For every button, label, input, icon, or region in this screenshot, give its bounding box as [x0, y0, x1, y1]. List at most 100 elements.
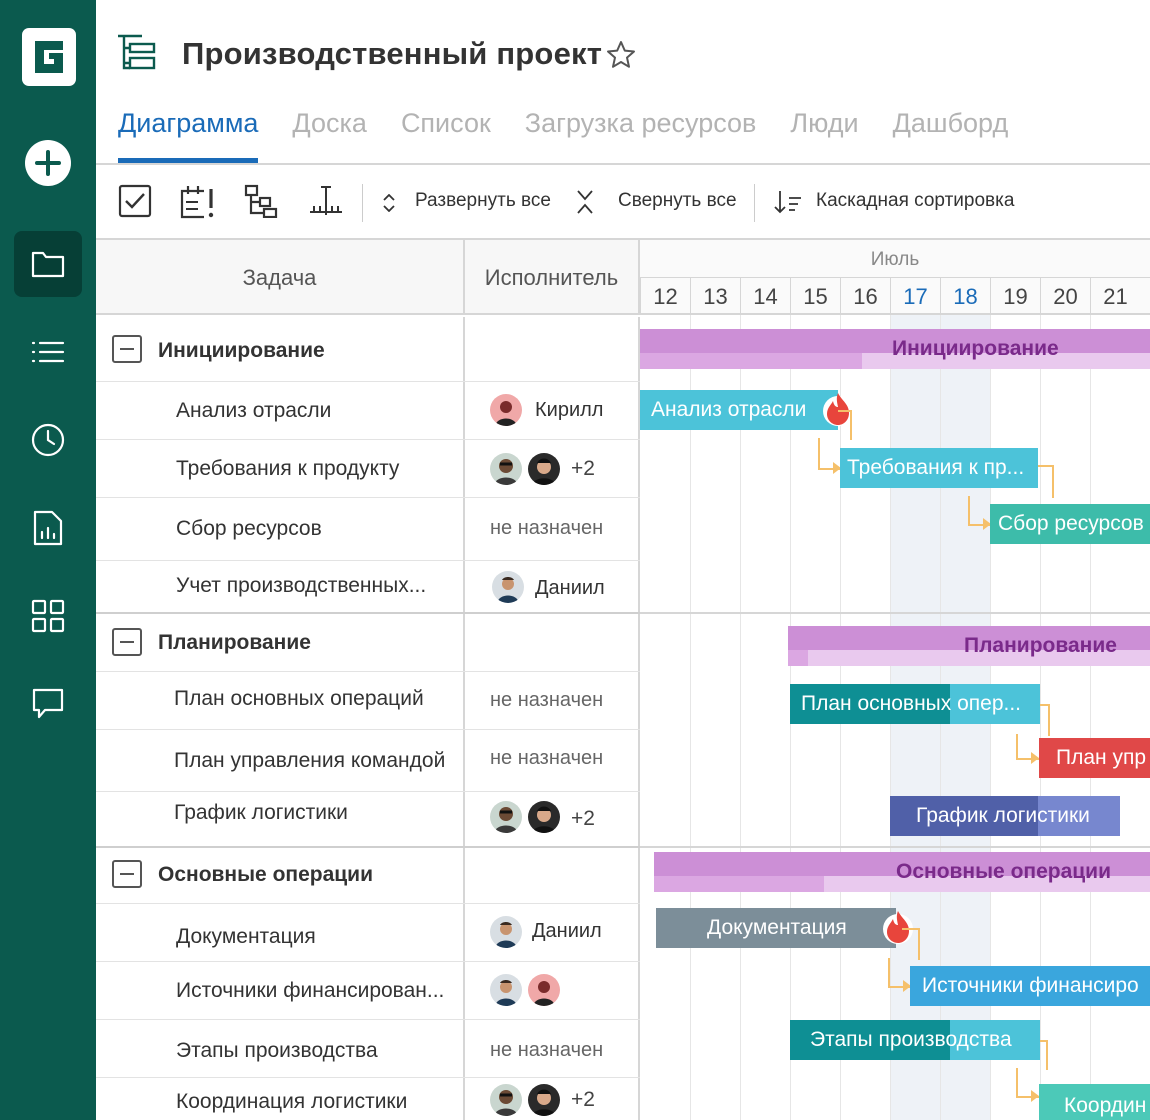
avatar [490, 916, 522, 948]
summary-bar[interactable]: Основные операции [654, 852, 1150, 892]
more-assignees-count[interactable]: +2 [571, 457, 595, 481]
sidebar-item-list[interactable] [14, 319, 82, 385]
task-name: Источники финансирован... [176, 979, 445, 1002]
task-bar[interactable]: План основных опер... [790, 684, 1040, 724]
table-row[interactable]: План основных операций не назначен [96, 672, 640, 730]
grid-header: Задача Исполнитель [96, 240, 640, 315]
assignee-unassigned: не назначен [490, 689, 604, 711]
task-bar[interactable]: Этапы производства [790, 1020, 1040, 1060]
task-bar[interactable]: Источники финансиро [910, 966, 1150, 1006]
tab-list[interactable]: Список [401, 108, 491, 164]
task-bar-label: Координ [1064, 1094, 1147, 1117]
task-bar[interactable]: Анализ отрасли [640, 390, 838, 430]
task-name: График логистики [174, 801, 348, 824]
group-name: Инициирование [158, 339, 325, 362]
sidebar-item-projects[interactable] [14, 231, 82, 297]
task-name: Документация [176, 925, 316, 948]
timeline-day: 15 [790, 278, 840, 315]
sidebar-item-chat[interactable] [14, 671, 82, 737]
table-row[interactable]: План управления командой не назначен [96, 730, 640, 792]
avatar [528, 974, 560, 1006]
assignee-unassigned: не назначен [490, 747, 604, 769]
project-icon [116, 34, 156, 77]
task-name: Сбор ресурсов [176, 517, 322, 540]
add-button[interactable] [14, 130, 82, 196]
group-row[interactable]: Основные операции [96, 848, 640, 904]
deadline-icon[interactable] [180, 184, 216, 225]
assignee-column-header[interactable]: Исполнитель [465, 240, 640, 315]
summary-bar-label: Инициирование [892, 337, 1059, 360]
table-row[interactable]: Анализ отрасли Кирилл [96, 382, 640, 440]
cascade-sort-label: Каскадная сортировка [816, 190, 1015, 211]
sidebar-item-apps[interactable] [14, 583, 82, 649]
table-row[interactable]: Источники финансирован... [96, 962, 640, 1020]
app-root: Производственный проект Диаграмма Доска … [0, 0, 1150, 1120]
group-divider [640, 846, 1150, 848]
task-bar-label: Сбор ресурсов [998, 512, 1144, 535]
tab-people[interactable]: Люди [790, 108, 858, 164]
hierarchy-icon[interactable] [244, 184, 278, 223]
logo-icon[interactable] [22, 28, 76, 86]
tab-workload[interactable]: Загрузка ресурсов [525, 108, 757, 164]
more-assignees-count[interactable]: +2 [571, 807, 595, 831]
task-bar[interactable]: План упр [1039, 738, 1150, 778]
table-row[interactable]: График логистики +2 [96, 792, 640, 848]
gantt-timeline: Июль 12 13 14 15 16 17 18 19 20 21 Иници… [640, 240, 1150, 1120]
timeline-scale-icon[interactable] [308, 184, 344, 223]
task-name: Учет производственных... [176, 574, 427, 597]
avatar [490, 453, 522, 485]
task-bar[interactable]: Документация [656, 908, 896, 948]
tab-board[interactable]: Доска [292, 108, 367, 164]
checkbox-icon[interactable] [118, 184, 152, 223]
collapse-group-toggle[interactable] [112, 628, 142, 656]
timeline-month: Июль [640, 240, 1150, 278]
sidebar-item-time[interactable] [14, 407, 82, 473]
assignee-unassigned: не назначен [490, 1039, 604, 1061]
avatar [492, 571, 524, 603]
task-name: План управления командой [174, 749, 446, 772]
task-bar[interactable]: График логистики [890, 796, 1120, 836]
tabs-divider [96, 163, 1150, 165]
timeline-day-weekend: 17 [890, 278, 940, 315]
tab-diagram[interactable]: Диаграмма [118, 108, 259, 164]
collapse-icon [577, 190, 593, 214]
group-name: Планирование [158, 631, 311, 654]
table-row[interactable]: Учет производственных... Даниил [96, 561, 640, 614]
collapse-group-toggle[interactable] [112, 860, 142, 888]
sort-icon [774, 191, 801, 214]
timeline-body: Инициирование Анализ отрасли Требования … [640, 315, 1150, 1120]
avatar [490, 1084, 522, 1116]
tab-dashboard[interactable]: Дашборд [893, 108, 1009, 164]
more-assignees-count[interactable]: +2 [571, 1088, 595, 1112]
sidebar-item-reports[interactable] [14, 495, 82, 561]
group-row[interactable]: Инициирование [96, 317, 640, 382]
task-bar[interactable]: Сбор ресурсов [990, 504, 1150, 544]
group-row[interactable]: Планирование [96, 614, 640, 672]
timeline-day: 19 [990, 278, 1040, 315]
task-bar-label: План упр [1056, 746, 1147, 769]
task-bar-label: Источники финансиро [922, 974, 1139, 997]
task-name: Этапы производства [176, 1039, 378, 1062]
task-bar[interactable]: Координ [1039, 1084, 1150, 1120]
table-row[interactable]: Требования к продукту +2 [96, 440, 640, 498]
table-row[interactable]: Координация логистики +2 [96, 1078, 640, 1120]
avatar [528, 1084, 560, 1116]
task-bar-label: План основных опер... [801, 692, 1022, 715]
table-row[interactable]: Этапы производства не назначен [96, 1020, 640, 1078]
summary-bar-label: Планирование [964, 634, 1117, 657]
summary-bar[interactable]: Планирование [788, 626, 1150, 666]
assignee-name: Даниил [535, 577, 605, 599]
table-row[interactable]: Сбор ресурсов не назначен [96, 498, 640, 561]
star-icon[interactable] [606, 40, 636, 75]
collapse-group-toggle[interactable] [112, 335, 142, 363]
task-bar-label: Требования к пр... [847, 456, 1025, 479]
timeline-day: 12 [640, 278, 690, 315]
assignee-name: Даниил [532, 920, 602, 942]
task-bar[interactable]: Требования к пр... [840, 448, 1038, 488]
avatar [528, 801, 560, 833]
task-column-header[interactable]: Задача [96, 240, 465, 315]
summary-bar-label: Основные операции [896, 860, 1111, 883]
list-icon [31, 341, 65, 363]
summary-bar[interactable]: Инициирование [640, 329, 1150, 369]
table-row[interactable]: Документация Даниил [96, 904, 640, 962]
